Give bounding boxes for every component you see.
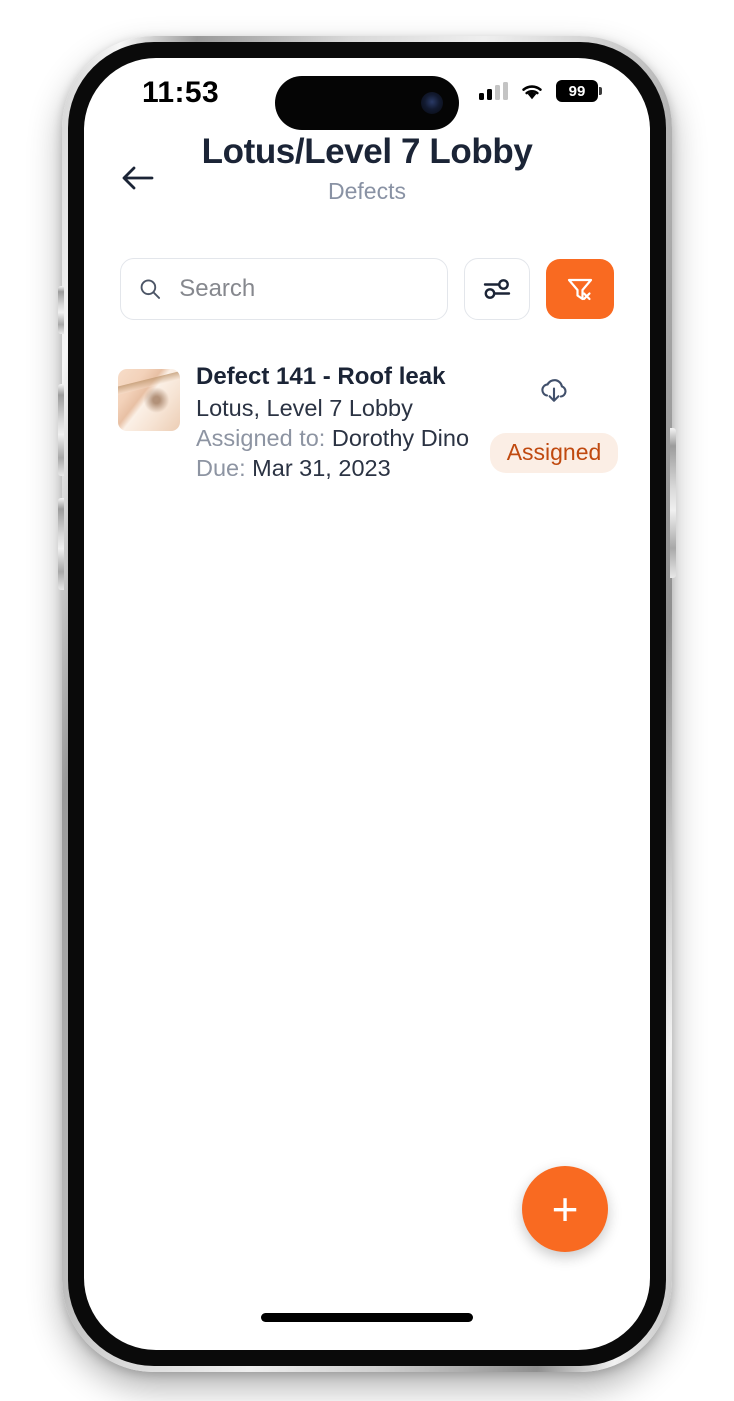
mute-switch-button[interactable] [58, 286, 64, 334]
app-header: Lotus/Level 7 Lobby Defects [84, 132, 650, 205]
sliders-icon [483, 279, 511, 299]
phone-screen: 11:53 99 Lotus/Level 7 Lobby Defects Sea… [84, 58, 650, 1350]
defect-actions: Assigned [489, 362, 619, 473]
defect-list-item[interactable]: Defect 141 - Roof leak Lotus, Level 7 Lo… [84, 348, 650, 497]
status-bar-indicators: 99 [479, 80, 602, 102]
back-arrow-icon [122, 166, 154, 190]
page-title: Lotus/Level 7 Lobby [201, 132, 533, 171]
defect-due-date: Due: Mar 31, 2023 [196, 453, 494, 483]
assignee-value: Dorothy Dino [331, 424, 470, 451]
power-button[interactable] [670, 428, 676, 578]
cellular-signal-icon [479, 82, 508, 100]
defect-info: Defect 141 - Roof leak Lotus, Level 7 Lo… [180, 362, 494, 483]
clear-filter-button[interactable] [546, 259, 614, 319]
defect-list: Defect 141 - Roof leak Lotus, Level 7 Lo… [84, 348, 650, 497]
filter-remove-icon [567, 278, 593, 301]
defect-thumbnail-image [118, 369, 180, 431]
phone-frame: 11:53 99 Lotus/Level 7 Lobby Defects Sea… [58, 36, 676, 1372]
due-label: Due: [196, 454, 246, 481]
status-bar-time: 11:53 [142, 76, 220, 109]
download-button[interactable] [536, 376, 572, 413]
plus-icon: + [551, 1183, 579, 1235]
front-camera-icon [421, 92, 443, 114]
phone-bezel: 11:53 99 Lotus/Level 7 Lobby Defects Sea… [68, 42, 666, 1366]
defect-title: Defect 141 - Roof leak [196, 363, 446, 390]
cloud-download-icon [541, 379, 567, 402]
status-badge: Assigned [489, 433, 619, 473]
add-defect-button[interactable]: + [522, 1166, 608, 1252]
battery-level-text: 99 [568, 82, 586, 100]
wifi-icon [522, 84, 542, 99]
battery-icon: 99 [556, 80, 602, 102]
header-text-block: Lotus/Level 7 Lobby Defects [84, 132, 650, 205]
defect-location: Lotus, Level 7 Lobby [196, 394, 413, 421]
assignee-label: Assigned to: [196, 424, 326, 451]
back-button[interactable] [116, 156, 160, 200]
search-icon [140, 279, 161, 299]
search-field[interactable] [120, 258, 448, 320]
volume-up-button[interactable] [58, 384, 64, 476]
dynamic-island [275, 76, 459, 130]
sliders-button[interactable] [464, 258, 530, 320]
due-value: Mar 31, 2023 [252, 454, 391, 481]
search-input[interactable] [177, 274, 429, 304]
defect-assignee: Assigned to: Dorothy Dino [196, 423, 494, 453]
home-indicator[interactable] [261, 1313, 473, 1322]
volume-down-button[interactable] [58, 498, 64, 590]
search-filter-row [120, 258, 614, 320]
status-bar: 11:53 99 [84, 58, 650, 130]
page-subtitle: Defects [328, 178, 406, 205]
